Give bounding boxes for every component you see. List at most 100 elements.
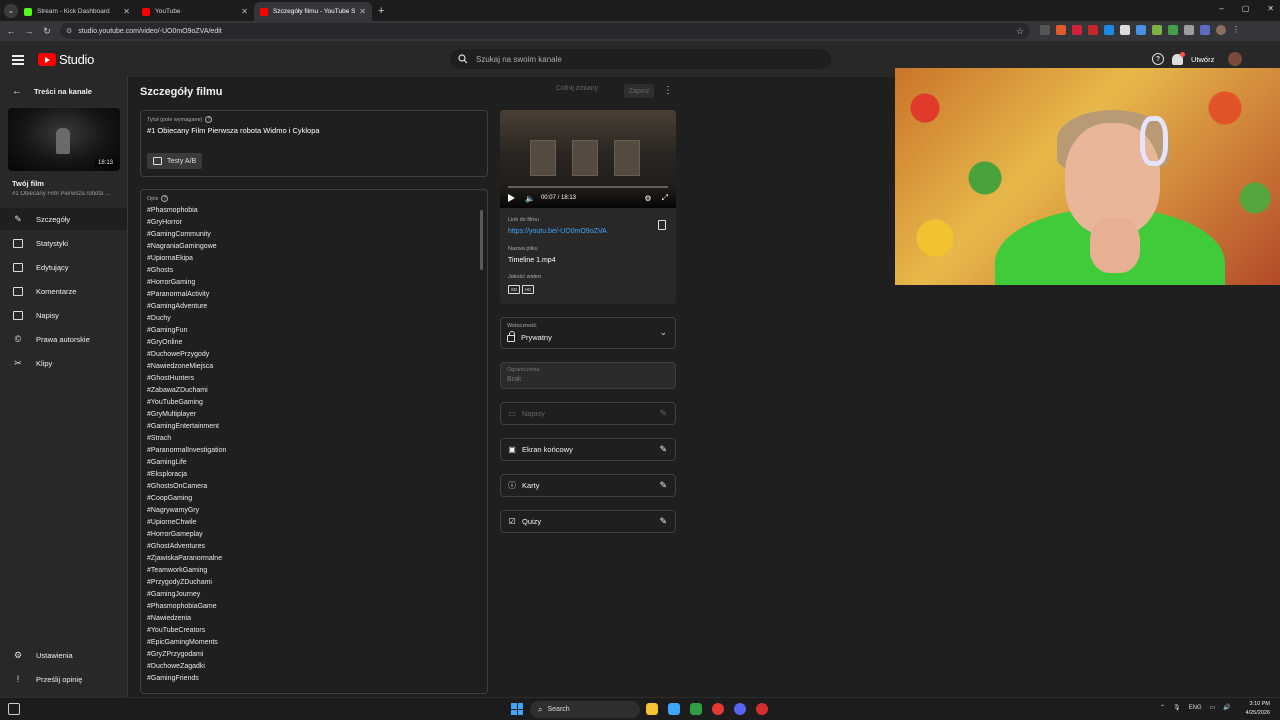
volume-icon[interactable]: 🔈	[525, 194, 535, 203]
extension-icon[interactable]	[1040, 25, 1050, 35]
arrow-left-icon: ←	[12, 86, 22, 97]
back-icon[interactable]: ←	[4, 26, 18, 36]
pencil-icon[interactable]: ✎	[659, 516, 667, 527]
pencil-icon[interactable]: ✎	[659, 480, 667, 491]
browser-tab[interactable]: Stream - Kick Dashboard ✕	[18, 2, 136, 21]
taskbar-search[interactable]: ⌕ Search	[530, 701, 640, 718]
more-options-icon[interactable]: ⋮	[663, 85, 673, 96]
extension-icon[interactable]	[1104, 25, 1114, 35]
extension-icon[interactable]	[1152, 25, 1162, 35]
sidebar-item-editor[interactable]: Edytujący	[0, 256, 127, 278]
video-link[interactable]: https://youtu.be/-UO0mO9oZVA	[508, 228, 607, 235]
copy-icon[interactable]	[658, 220, 666, 230]
avatar[interactable]	[1228, 52, 1243, 66]
minimize-icon[interactable]: –	[1219, 4, 1223, 13]
extension-icon[interactable]	[1200, 25, 1210, 35]
ab-testing-button[interactable]: Testy A/B	[147, 153, 203, 169]
title-label-text: Tytuł (pole wymagane)	[147, 116, 203, 123]
volume-icon[interactable]: 🔊	[1223, 704, 1230, 711]
app-icon[interactable]	[756, 703, 768, 715]
menu-icon[interactable]: ⋮	[1232, 25, 1242, 35]
microphone-icon[interactable]: 🎙	[1173, 704, 1181, 711]
search-input[interactable]: Szukaj na swoim kanale	[450, 49, 831, 69]
store-icon[interactable]	[690, 703, 702, 715]
close-window-icon[interactable]: ✕	[1267, 4, 1274, 13]
sidebar-item-label: Napisy	[36, 310, 59, 320]
info-icon: ⓘ	[508, 481, 516, 490]
help-icon[interactable]: ?	[161, 195, 169, 202]
cards-row[interactable]: ⓘ Karty ✎	[500, 474, 676, 497]
title-field[interactable]: Tytuł (pole wymagane) ? #1 Obiecany Film…	[140, 110, 488, 177]
widgets-icon[interactable]	[8, 703, 20, 715]
discord-icon[interactable]	[734, 703, 746, 715]
sidebar-item-subtitles[interactable]: Napisy	[0, 304, 127, 326]
taskbar-clock[interactable]: 3:10 PM 4/25/2026	[1246, 700, 1270, 718]
clock-time: 3:10 PM	[1249, 701, 1270, 707]
network-icon[interactable]: ▭	[1210, 704, 1216, 711]
chrome-icon[interactable]	[712, 703, 724, 715]
new-tab-icon[interactable]: +	[378, 5, 384, 17]
pencil-icon[interactable]: ✎	[659, 444, 667, 455]
browser-toolbar: ← → ↻ ⚙ studio.youtube.com/video/-UO0mO9…	[0, 21, 1280, 41]
close-tab-icon[interactable]: ✕	[359, 7, 366, 16]
extension-icon[interactable]	[1168, 25, 1178, 35]
tab-search-icon[interactable]: ⌄	[4, 3, 18, 18]
forward-icon[interactable]: →	[22, 26, 36, 36]
extension-icon[interactable]	[1184, 25, 1194, 35]
sidebar-item-details[interactable]: ✎ Szczegóły	[0, 208, 127, 230]
profile-avatar[interactable]	[1216, 25, 1226, 35]
studio-logo[interactable]: Studio	[38, 52, 94, 67]
save-button[interactable]: Zapisz	[624, 84, 654, 98]
settings-gear-icon[interactable]: ⚙	[644, 194, 651, 203]
app-icon[interactable]	[668, 703, 680, 715]
address-bar[interactable]: ⚙ studio.youtube.com/video/-UO0mO9oZVA/e…	[60, 23, 1030, 39]
create-button[interactable]: Utwórz	[1191, 55, 1214, 64]
extension-icon[interactable]	[1136, 25, 1146, 35]
windows-start-icon[interactable]	[511, 703, 523, 715]
extension-icon[interactable]	[1120, 25, 1130, 35]
bookmark-star-icon[interactable]: ☆	[1016, 26, 1024, 37]
help-icon[interactable]: ?	[1152, 53, 1164, 65]
video-thumbnail[interactable]: 18:13	[8, 108, 120, 171]
description-tag: #HorrorGameplay	[147, 531, 203, 538]
tray-chevron-icon[interactable]: ⌃	[1160, 704, 1165, 711]
hamburger-menu-icon[interactable]	[12, 55, 24, 67]
undo-changes-button[interactable]: Cofnij zmiany	[556, 85, 598, 92]
sidebar-item-copyright[interactable]: © Prawa autorskie	[0, 328, 127, 350]
sidebar-item-analytics[interactable]: Statystyki	[0, 232, 127, 254]
help-icon[interactable]: ?	[205, 116, 213, 123]
description-tag: #Ghosts	[147, 267, 174, 274]
end-screen-row[interactable]: ▣ Ekran końcowy ✎	[500, 438, 676, 461]
search-icon	[458, 54, 468, 64]
back-label: Treści na kanale	[34, 87, 92, 96]
visibility-dropdown[interactable]: Widoczność Prywatny ⌄	[500, 317, 676, 349]
reload-icon[interactable]: ↻	[40, 26, 54, 37]
site-info-icon[interactable]: ⚙	[66, 27, 72, 35]
notifications-bell-icon[interactable]	[1172, 51, 1185, 65]
browser-tab[interactable]: YouTube ✕	[136, 2, 254, 21]
maximize-icon[interactable]: ▢	[1242, 4, 1250, 13]
extension-icon[interactable]	[1088, 25, 1098, 35]
sidebar-item-comments[interactable]: Komentarze	[0, 280, 127, 302]
extension-icon[interactable]	[1072, 25, 1082, 35]
description-field[interactable]: Opis ? #Phasmophobia #GryHorror #GamingCom…	[140, 189, 488, 694]
ab-test-icon	[153, 157, 162, 165]
close-tab-icon[interactable]: ✕	[241, 7, 248, 16]
close-tab-icon[interactable]: ✕	[123, 7, 130, 16]
video-player[interactable]: 🔈 00:07 / 18:13 ⚙ ⤢	[500, 110, 676, 208]
back-to-content-link[interactable]: ← Treści na kanale	[12, 86, 92, 97]
description-scrollbar[interactable]	[480, 210, 483, 270]
browser-tab-active[interactable]: Szczegóły filmu - YouTube Studio ✕	[254, 2, 372, 21]
language-indicator[interactable]: ENG	[1189, 705, 1202, 711]
sidebar-item-clips[interactable]: ✂ Klipy	[0, 352, 127, 374]
description-tag: #TeamworkGaming	[147, 567, 208, 574]
restrictions-field: Ograniczenia Brak	[500, 362, 676, 389]
description-tag: #Nawiedzenia	[147, 615, 191, 622]
fullscreen-icon[interactable]: ⤢	[662, 193, 668, 203]
sidebar-item-feedback[interactable]: ! Prześlij opinię	[0, 668, 127, 690]
extension-icon[interactable]	[1056, 25, 1066, 35]
play-icon[interactable]	[508, 194, 515, 202]
quiz-row[interactable]: ☑ Quizy ✎	[500, 510, 676, 533]
sidebar-item-settings[interactable]: ⚙ Ustawienia	[0, 644, 127, 666]
file-explorer-icon[interactable]	[646, 703, 658, 715]
